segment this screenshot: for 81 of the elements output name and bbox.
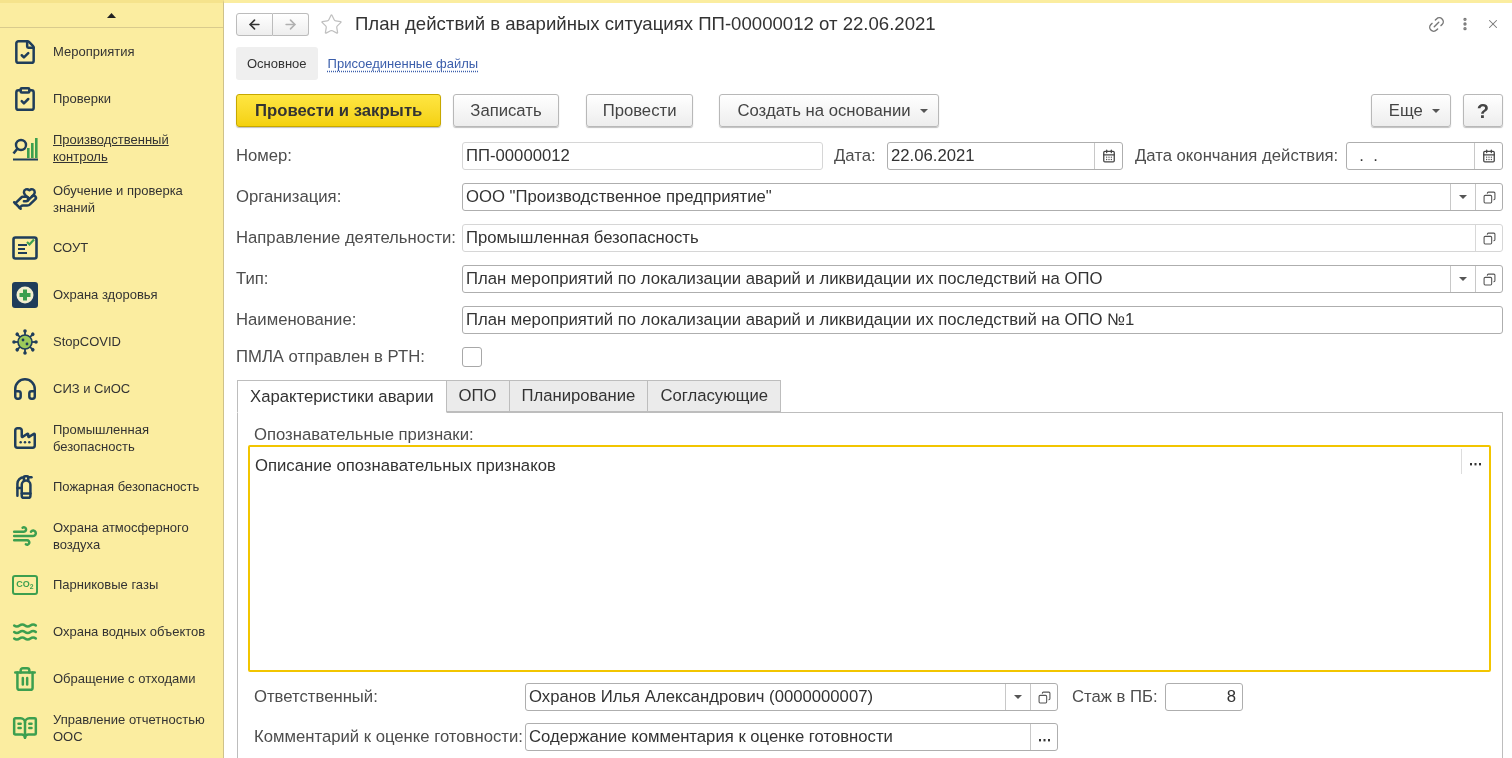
sidebar-item[interactable]: Управление отчетностью ООС — [0, 702, 223, 753]
copy-icon — [1482, 231, 1496, 245]
checkbox[interactable] — [462, 347, 482, 367]
sidebar-item[interactable]: StopCOVID — [0, 318, 223, 365]
medical-plus-icon — [12, 281, 38, 308]
dropdown-field[interactable]: План мероприятий по локализации аварий и ликвидации их последствий на ОПО — [462, 265, 1503, 293]
sidebar-item[interactable]: Обучение и проверка знаний — [0, 173, 223, 224]
field-label: Организация: — [236, 186, 343, 209]
copy-icon — [1482, 272, 1496, 286]
memo-field[interactable]: Описание опознавательных признаков — [248, 445, 1491, 672]
sidebar-item[interactable]: Производственный контроль — [0, 122, 223, 173]
back-button[interactable] — [236, 12, 273, 36]
close-icon[interactable] — [1486, 17, 1500, 31]
field-label: Ответственный: — [254, 686, 379, 709]
caret-icon — [1459, 277, 1467, 281]
sidebar-item[interactable]: Мероприятия — [0, 28, 223, 75]
menu-button[interactable]: Создать на основании — [719, 94, 939, 127]
open-book-icon — [12, 714, 38, 741]
factory-icon — [12, 424, 38, 451]
tab[interactable]: Планирование — [508, 380, 649, 412]
trash-can-icon — [12, 665, 38, 692]
window-title: План действий в аварийных ситуациях ПП-00000012 от 22.06.2021 — [355, 12, 936, 37]
text-field[interactable]: План мероприятий по локализации аварий и ликвидации их последствий на ОПО №1 — [462, 306, 1503, 334]
post-and-close-button[interactable]: Провести и закрыть — [236, 94, 442, 127]
number-field[interactable]: 8 — [1165, 683, 1243, 711]
hand-heart-icon — [12, 185, 38, 212]
tab[interactable]: ОПО — [445, 380, 510, 412]
ellipsis-icon — [1469, 463, 1481, 466]
sidebar-item[interactable]: Охрана атмосферного воздуха — [0, 510, 223, 561]
caret-icon — [1459, 195, 1467, 199]
tab[interactable]: Характеристики аварии — [237, 380, 447, 413]
field-label: Номер: — [236, 145, 293, 168]
tab[interactable]: Согласующие — [647, 380, 781, 412]
dropdown-field[interactable]: Охранов Илья Александрович (0000000007) — [525, 683, 1058, 711]
checklist-icon — [12, 234, 38, 261]
virus-icon — [12, 328, 38, 355]
menu-button[interactable]: Еще — [1370, 94, 1451, 127]
headphones-icon — [12, 375, 38, 402]
field-label: Тип: — [236, 268, 270, 291]
star-icon[interactable] — [320, 12, 343, 36]
sidebar-item[interactable]: CO$_{2}$ Парниковые газы — [0, 561, 223, 608]
co2-badge: CO$_{2}$ — [12, 574, 38, 595]
text-field[interactable]: Содержание комментария к оценке готовности — [525, 723, 1058, 751]
caret-icon — [1431, 108, 1440, 113]
clipboard-check-icon — [12, 85, 38, 112]
sidebar-item[interactable]: Проверки — [0, 75, 223, 122]
field-label: Направление деятельности: — [236, 227, 457, 250]
sidebar-item[interactable]: Промышленная безопасность — [0, 412, 223, 463]
copy-icon — [1482, 190, 1496, 204]
form-section-tab[interactable]: Присоединенные файлы — [317, 47, 489, 80]
caret-icon — [919, 108, 928, 113]
ellipsis-icon — [1038, 738, 1050, 742]
readonly-field[interactable]: Промышленная безопасность — [462, 224, 1503, 252]
sidebar-item[interactable]: Обращение с отходами — [0, 655, 223, 702]
toolbar-button[interactable]: Провести — [585, 94, 694, 127]
form-section-tab[interactable]: Основное — [236, 47, 318, 80]
end-date-field[interactable]: . . — [1346, 142, 1503, 170]
document-check-icon — [12, 38, 38, 65]
arrow-right-icon — [283, 16, 298, 32]
date-field[interactable]: 22.06.2021 — [887, 142, 1123, 170]
field-label: ПМЛА отправлен в РТН: — [236, 346, 426, 369]
field-label: Дата окончания действия: — [1135, 145, 1340, 168]
field-label: Комментарий к оценке готовности: — [254, 726, 524, 749]
sidebar-item[interactable]: СОУТ — [0, 224, 223, 271]
field-label: Стаж в ПБ: — [1072, 686, 1159, 709]
caret-icon — [1014, 695, 1022, 699]
field-label: Наименование: — [236, 309, 358, 332]
dropdown-field[interactable]: ООО "Производственное предприятие" — [462, 183, 1503, 211]
number-field[interactable]: ПП-00000012 — [462, 142, 823, 170]
toolbar-button[interactable]: Записать — [453, 94, 559, 127]
triangle-up-icon — [107, 12, 116, 18]
sidebar-item[interactable]: Охрана здоровья — [0, 271, 223, 318]
field-label: Дата: — [834, 145, 877, 168]
field-label: Опознавательные признаки: — [253, 426, 475, 444]
calendar-icon — [1101, 149, 1116, 163]
sidebar-item[interactable]: СИЗ и СиОС — [0, 365, 223, 412]
calendar-icon — [1481, 149, 1496, 163]
sidebar-item[interactable]: Охрана водных объектов — [0, 608, 223, 655]
sidebar-item[interactable]: Пожарная безопасность — [0, 463, 223, 510]
copy-icon — [1037, 690, 1051, 704]
help-button[interactable]: ? — [1462, 94, 1503, 127]
